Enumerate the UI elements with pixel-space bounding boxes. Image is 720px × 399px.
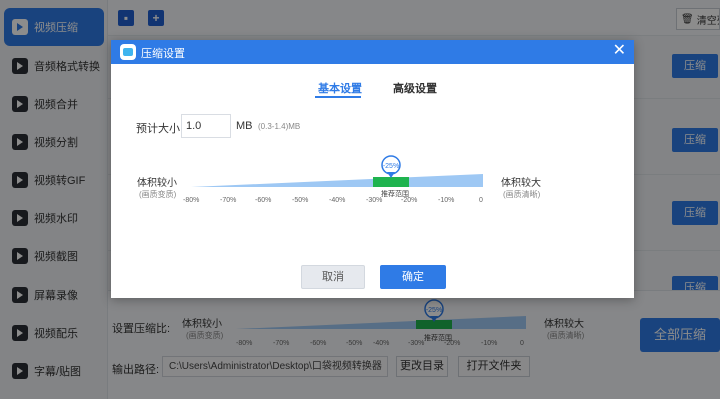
dialog-tick: -60% [255,197,272,204]
tab-basic-settings[interactable]: 基本设置 [318,80,362,96]
dialog-tick: -80% [183,197,200,204]
dialog-tick: -70% [220,197,237,204]
app-logo-icon [120,44,136,60]
active-tab-underline [315,96,361,98]
dialog-large-sub: (画质清晰) [503,190,541,199]
dialog-large-label: 体积较大 [501,178,541,189]
dialog-tick: -10% [438,197,455,204]
ok-button[interactable]: 确定 [380,265,446,289]
dialog-header: 压缩设置 ✕ [111,40,634,64]
dialog-small-sub: (画质变质) [139,190,177,199]
dialog-small-label: 体积较小 [137,178,177,189]
dialog-compress-slider[interactable]: -25% [191,153,485,189]
dialog-value-badge: -25% [383,163,399,170]
dialog-recommend-band [373,177,409,187]
size-input[interactable]: 1.0 [181,114,231,138]
cancel-button[interactable]: 取消 [301,265,365,289]
dialog-title: 压缩设置 [141,48,185,60]
close-icon[interactable]: ✕ [613,42,626,60]
tab-advanced-settings[interactable]: 高级设置 [393,80,437,96]
size-label: 预计大小: [136,123,184,135]
dialog-tick: -40% [329,197,346,204]
dialog-tick: -30% [366,197,383,204]
size-unit: MB [236,120,253,132]
dialog-tick: -50% [292,197,309,204]
size-range: (0.3-1.4)MB [258,122,301,131]
compress-settings-dialog: 压缩设置 ✕ 基本设置 高级设置 预计大小: 1.0 MB (0.3-1.4)M… [111,40,634,298]
dialog-tick: -20% [401,197,418,204]
dialog-tick: 0 [479,197,483,204]
